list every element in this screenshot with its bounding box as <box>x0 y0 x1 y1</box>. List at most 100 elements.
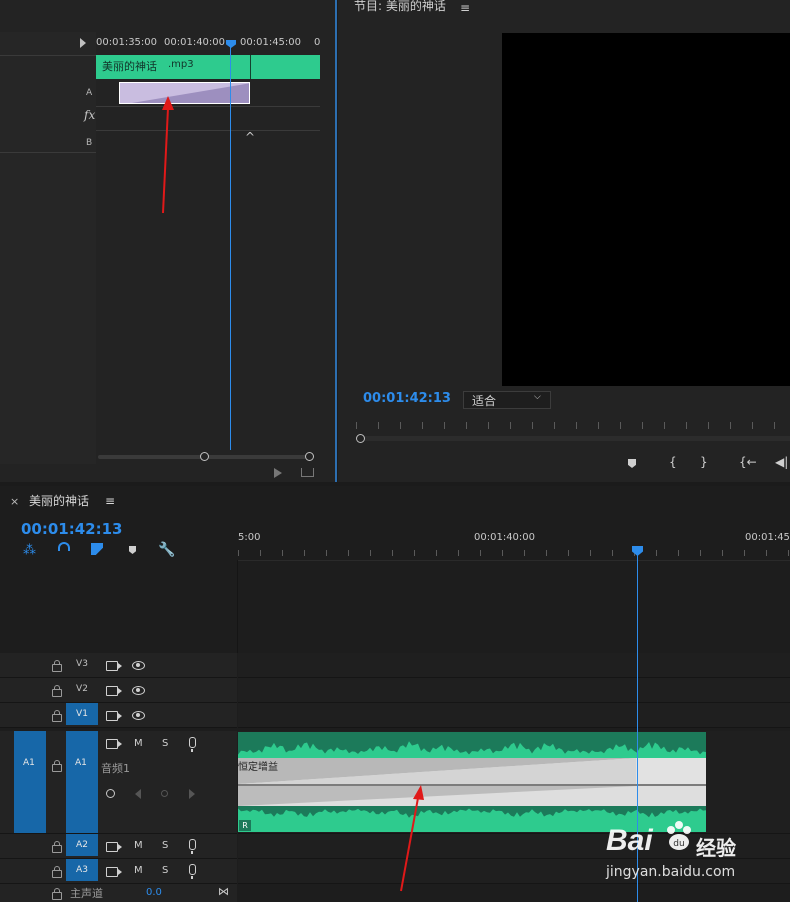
play-audio-icon[interactable] <box>274 468 282 478</box>
ruler-tick <box>708 422 709 429</box>
chevron-down-icon: ⌵ <box>534 392 541 402</box>
panel-menu-icon[interactable]: ≡ <box>105 494 115 508</box>
eye-icon[interactable] <box>132 711 145 720</box>
ruler-tick <box>766 550 767 556</box>
toggle-sync-icon[interactable] <box>106 711 122 721</box>
ruler-tick <box>502 550 503 556</box>
master-volume-value[interactable]: 0.0 <box>146 887 162 898</box>
scroll-handle-right[interactable] <box>305 452 314 461</box>
eye-icon[interactable] <box>132 661 145 670</box>
track-header-v3: V3 <box>0 653 237 678</box>
program-video-frame[interactable] <box>502 33 790 386</box>
row-divider <box>96 130 320 131</box>
row-label-a: A <box>86 88 93 98</box>
wrench-icon[interactable]: 🔧 <box>158 542 175 558</box>
track-label-a3[interactable]: A3 <box>66 859 98 881</box>
solo-button[interactable]: S <box>162 738 168 749</box>
ruler-tick <box>642 422 643 429</box>
source-patch-a1[interactable] <box>14 731 46 833</box>
timeline-timecode[interactable]: 00:01:42:13 <box>21 520 123 538</box>
toggle-sync-icon[interactable] <box>106 842 122 852</box>
lock-icon[interactable] <box>52 685 62 697</box>
export-icon[interactable] <box>301 468 314 477</box>
mute-button[interactable]: M <box>134 738 143 749</box>
mark-in-button[interactable]: { <box>669 455 677 469</box>
lock-icon[interactable] <box>52 710 62 722</box>
fit-select-value: 适合 <box>472 394 497 408</box>
go-to-in-button[interactable]: {← <box>739 455 757 469</box>
effect-controls-panel: 00:01:35:00 00:01:40:00 00:01:45:00 0 美丽… <box>0 0 337 482</box>
program-scrub-bar[interactable] <box>358 436 790 441</box>
ruler-tick <box>598 422 599 429</box>
audio-clip[interactable]: 恒定增益 R <box>238 732 706 832</box>
track-v1[interactable] <box>238 703 790 728</box>
source-patch-label: A1 <box>23 758 35 768</box>
keyframe-toggle-icon[interactable] <box>106 789 115 798</box>
lock-icon[interactable] <box>52 841 62 853</box>
track-label-v1[interactable]: V1 <box>66 703 98 725</box>
program-ruler[interactable] <box>356 422 790 434</box>
next-keyframe-icon[interactable] <box>189 789 195 799</box>
ruler-tick <box>370 550 371 556</box>
linked-selection-icon[interactable] <box>91 543 103 555</box>
track-label-a2[interactable]: A2 <box>66 834 98 856</box>
lock-icon[interactable] <box>52 888 62 900</box>
lock-icon[interactable] <box>52 660 62 672</box>
snap-magnet-icon[interactable] <box>58 542 70 551</box>
ruler-tick <box>282 550 283 556</box>
program-timecode[interactable]: 00:01:42:13 <box>363 391 451 406</box>
source-clip-bar[interactable]: 美丽的神话 .mp3 <box>96 55 320 79</box>
ruler-tick <box>620 422 621 429</box>
add-keyframe-icon[interactable] <box>161 790 168 797</box>
ruler-tick <box>686 422 687 429</box>
annotation-arrow <box>162 96 174 214</box>
mute-button[interactable]: M <box>134 865 143 876</box>
mic-icon[interactable] <box>189 839 196 854</box>
lock-icon[interactable] <box>52 866 62 878</box>
ruler-tick <box>392 550 393 556</box>
ruler-tick <box>656 550 657 556</box>
timeline-ruler[interactable]: 5:00 00:01:40:00 00:01:45: <box>238 526 790 560</box>
track-target-a1[interactable] <box>66 731 98 833</box>
toggle-sync-icon[interactable] <box>106 661 122 671</box>
sequence-tab[interactable]: 美丽的神话 <box>29 492 89 509</box>
solo-button[interactable]: S <box>162 865 168 876</box>
playhead-line <box>230 40 231 450</box>
bowtie-icon[interactable]: ⋈ <box>218 885 229 898</box>
track-label-v3[interactable]: V3 <box>66 653 98 675</box>
mute-button[interactable]: M <box>134 840 143 851</box>
add-marker-button[interactable] <box>628 459 636 468</box>
toggle-sync-icon[interactable] <box>106 867 122 877</box>
transition-label: 恒定增益 <box>238 762 278 773</box>
prev-keyframe-icon[interactable] <box>135 789 141 799</box>
toggle-sync-icon[interactable] <box>106 739 122 749</box>
ruler-label: 0 <box>314 37 321 48</box>
nest-toggle-icon[interactable]: ⁂ <box>23 543 36 558</box>
mic-icon[interactable] <box>189 864 196 879</box>
scroll-handle-left[interactable] <box>200 452 209 461</box>
fx-icon[interactable]: fx <box>84 108 95 122</box>
solo-button[interactable]: S <box>162 840 168 851</box>
close-tab-icon[interactable]: × <box>10 495 19 508</box>
watermark-brand: Bai <box>606 824 653 857</box>
ruler-tick <box>260 550 261 556</box>
empty-track-area <box>238 560 790 654</box>
ruler-tick <box>488 422 489 429</box>
track-label-v2[interactable]: V2 <box>66 678 98 700</box>
scrub-handle[interactable] <box>356 434 365 443</box>
chevron-up-icon[interactable]: ^ <box>245 130 255 144</box>
track-v3[interactable] <box>238 653 790 678</box>
expand-arrow-icon[interactable] <box>80 38 86 48</box>
toggle-sync-icon[interactable] <box>106 686 122 696</box>
panel-menu-icon[interactable]: ≡ <box>460 1 470 15</box>
track-v2[interactable] <box>238 678 790 703</box>
source-ruler[interactable]: 00:01:35:00 00:01:40:00 00:01:45:00 0 <box>96 34 322 54</box>
fit-select[interactable]: 适合 ⌵ <box>463 391 551 409</box>
mark-out-button[interactable]: } <box>700 455 708 469</box>
eye-icon[interactable] <box>132 686 145 695</box>
step-back-button[interactable]: ◀| <box>775 455 788 469</box>
lock-icon[interactable] <box>52 760 62 772</box>
add-marker-icon[interactable] <box>129 546 136 554</box>
mic-icon[interactable] <box>189 737 196 752</box>
transition-region[interactable]: 恒定增益 <box>238 758 706 806</box>
